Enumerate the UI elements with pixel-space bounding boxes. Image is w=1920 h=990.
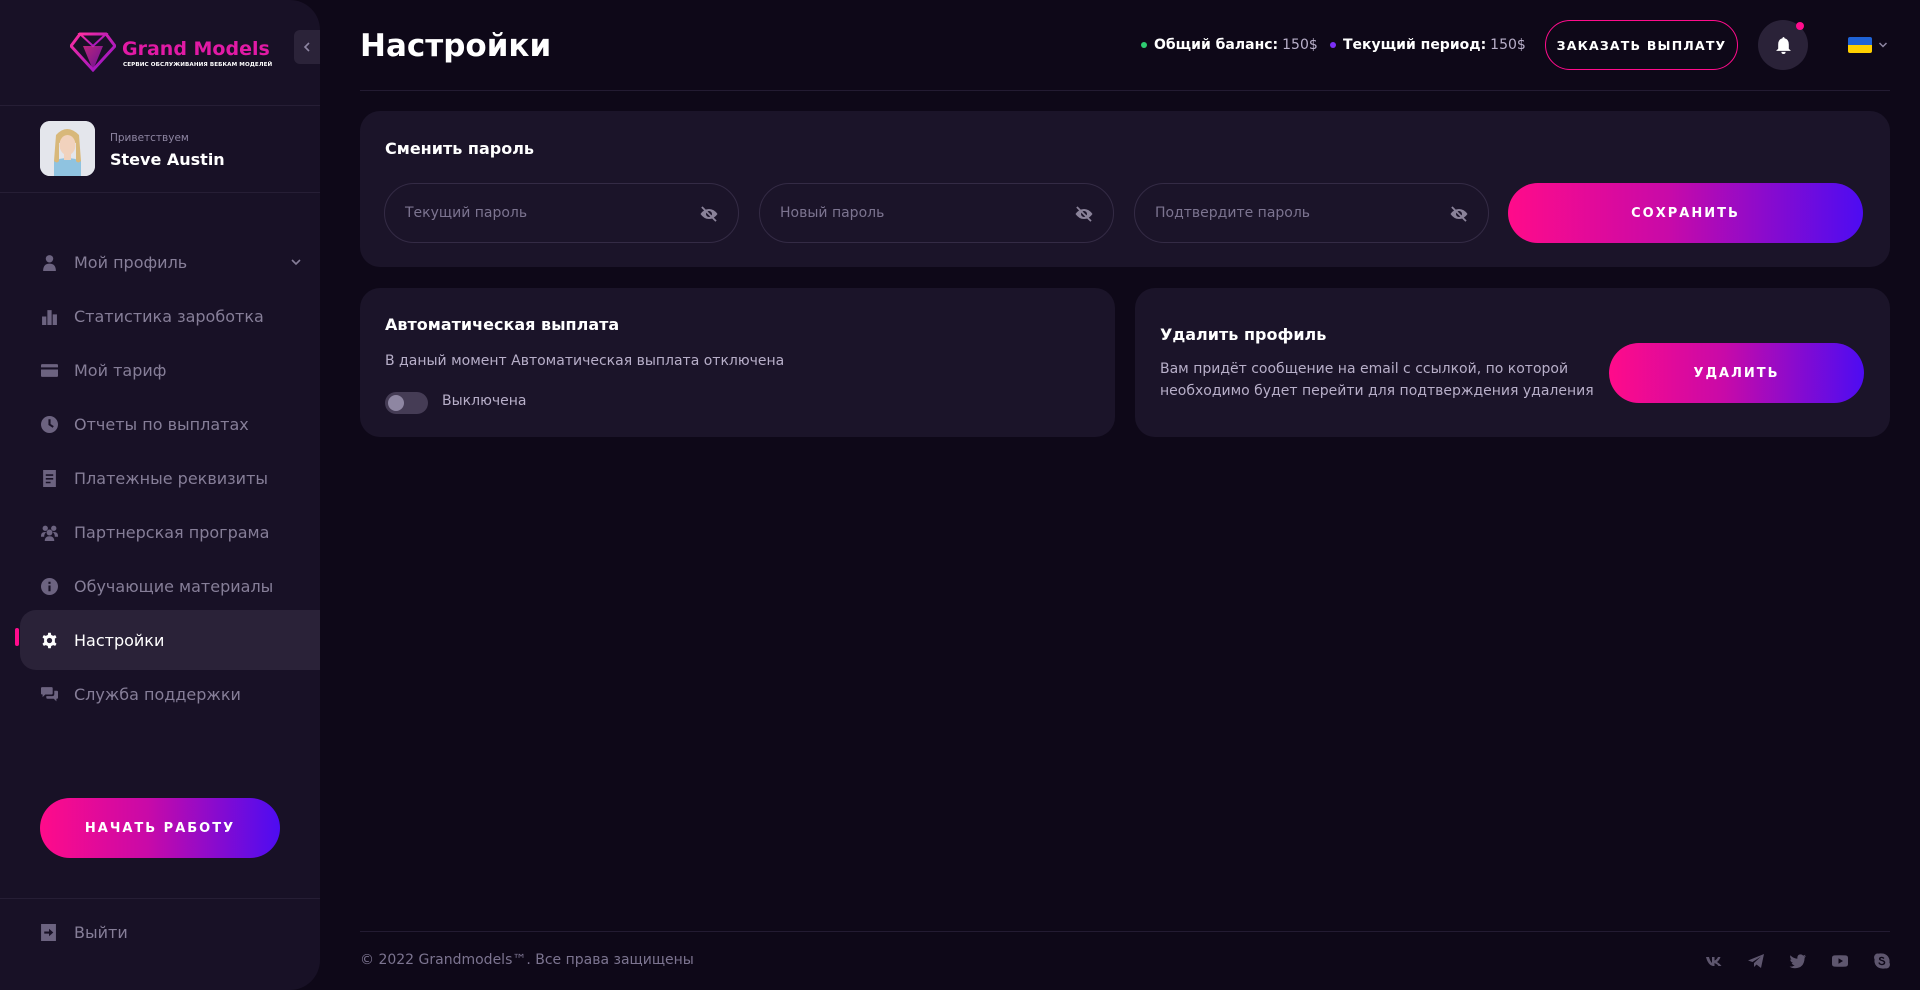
vk-icon[interactable] — [1703, 950, 1725, 972]
auto-payout-description: В даный момент Автоматическая выплата от… — [385, 353, 785, 369]
eye-slash-icon[interactable] — [1450, 205, 1468, 223]
save-password-button[interactable]: СОХРАНИТЬ — [1508, 183, 1863, 243]
delete-profile-description: Вам придёт сообщение на email с ссылкой,… — [1160, 358, 1594, 402]
logo-area: Grand Models СЕРВИС ОБСЛУЖИВАНИЯ ВЕБКАМ … — [0, 0, 320, 106]
delete-profile-title: Удалить профиль — [1160, 325, 1327, 344]
sidebar: Grand Models СЕРВИС ОБСЛУЖИВАНИЯ ВЕБКАМ … — [0, 0, 320, 990]
skype-icon[interactable] — [1871, 950, 1893, 972]
avatar-image — [40, 121, 95, 176]
header-divider — [360, 90, 1890, 91]
sidebar-item-label: Платежные реквизиты — [74, 468, 269, 488]
copyright: © 2022 Grandmodels™. Все права защищены — [360, 952, 694, 968]
telegram-icon[interactable] — [1745, 950, 1767, 972]
brand-tagline: СЕРВИС ОБСЛУЖИВАНИЯ ВЕБКАМ МОДЕЛЕЙ — [123, 62, 273, 68]
auto-payout-toggle-label: Выключена — [442, 393, 527, 409]
sidebar-item-label: Партнерская програма — [74, 522, 270, 542]
footer-divider — [360, 931, 1890, 932]
current-password-field[interactable]: Текущий пароль — [384, 183, 739, 243]
logout-area: Выйти — [0, 898, 320, 990]
change-password-card: Сменить пароль Текущий пароль Новый паро… — [360, 111, 1890, 267]
period-dot — [1330, 42, 1336, 48]
confirm-password-placeholder: Подтвердите пароль — [1155, 205, 1311, 221]
sidebar-item-payout-reports[interactable]: Отчеты по выплатах — [20, 394, 320, 454]
sidebar-item-payment-details[interactable]: Платежные реквизиты — [20, 448, 320, 508]
period-value: 150$ — [1490, 37, 1526, 53]
sidebar-item-partner-program[interactable]: Партнерская програма — [20, 502, 320, 562]
notification-badge — [1796, 22, 1804, 30]
confirm-password-field[interactable]: Подтвердите пароль — [1134, 183, 1489, 243]
delete-profile-description-line1: Вам придёт сообщение на email с ссылкой,… — [1160, 361, 1569, 377]
logout-label: Выйти — [74, 923, 128, 942]
logout-button[interactable]: Выйти — [40, 923, 128, 942]
sidebar-item-profile[interactable]: Мой профиль — [20, 232, 320, 292]
user-icon — [40, 253, 58, 271]
sidebar-item-label: Служба поддержки — [74, 684, 241, 704]
sidebar-item-label: Отчеты по выплатах — [74, 414, 249, 434]
logo[interactable]: Grand Models СЕРВИС ОБСЛУЖИВАНИЯ ВЕБКАМ … — [70, 32, 272, 72]
bar-chart-icon — [40, 307, 58, 325]
logout-icon — [41, 924, 56, 941]
sidebar-item-label: Настройки — [74, 630, 165, 650]
sidebar-item-label: Статистика зароботка — [74, 306, 264, 326]
change-password-title: Сменить пароль — [385, 139, 535, 158]
active-item-marker — [15, 628, 19, 646]
chevron-down-icon[interactable] — [290, 256, 302, 268]
collapse-sidebar-button[interactable] — [294, 30, 320, 64]
eye-slash-icon[interactable] — [1075, 205, 1093, 223]
sidebar-item-label: Обучающие материалы — [74, 576, 274, 596]
youtube-icon[interactable] — [1829, 950, 1851, 972]
balance-label: Общий баланс: — [1154, 37, 1279, 53]
clock-icon — [40, 415, 58, 433]
chevron-down-icon — [1878, 42, 1888, 48]
brand-name: Grand Models — [122, 38, 270, 60]
sidebar-item-learning[interactable]: Обучающие материалы — [20, 556, 320, 616]
auto-payout-card: Автоматическая выплата В даный момент Ав… — [360, 288, 1115, 437]
greeting-label: Приветствуем — [110, 132, 189, 144]
period-label: Текущий период: — [1343, 37, 1487, 53]
auto-payout-toggle[interactable] — [385, 392, 428, 414]
new-password-field[interactable]: Новый пароль — [759, 183, 1114, 243]
sidebar-item-earnings-stats[interactable]: Статистика зароботка — [20, 286, 320, 346]
sidebar-item-tariff[interactable]: Мой тариф — [20, 340, 320, 400]
bell-icon — [1775, 36, 1791, 54]
diamond-logo-icon — [70, 32, 116, 72]
auto-payout-title: Автоматическая выплата — [385, 315, 620, 334]
order-payout-button[interactable]: ЗАКАЗАТЬ ВЫПЛАТУ — [1545, 20, 1738, 70]
balance-dot — [1141, 42, 1147, 48]
balance-value: 150$ — [1282, 37, 1318, 53]
credit-card-icon — [40, 361, 58, 379]
sidebar-item-label: Мой тариф — [74, 360, 167, 380]
avatar[interactable] — [40, 121, 95, 176]
twitter-icon[interactable] — [1787, 950, 1809, 972]
delete-profile-card: Удалить профиль Вам придёт сообщение на … — [1135, 288, 1890, 437]
chat-icon — [40, 685, 58, 703]
current-period: Текущий период: 150$ — [1330, 37, 1526, 53]
users-icon — [40, 523, 58, 541]
document-icon — [40, 469, 58, 487]
start-work-button[interactable]: НАЧАТЬ РАБОТУ — [40, 798, 280, 858]
social-links — [1703, 950, 1893, 972]
gear-icon — [40, 631, 58, 649]
sidebar-item-settings[interactable]: Настройки — [20, 610, 320, 670]
sidebar-item-label: Мой профиль — [74, 252, 188, 272]
ukraine-flag-icon — [1848, 37, 1872, 53]
delete-profile-description-line2: необходимо будет перейти для подтвержден… — [1160, 383, 1594, 399]
user-panel: Приветствуем Steve Austin — [0, 106, 320, 193]
user-name: Steve Austin — [110, 150, 225, 169]
delete-profile-button[interactable]: УДАЛИТЬ — [1609, 343, 1864, 403]
sidebar-item-support[interactable]: Служба поддержки — [20, 664, 320, 724]
info-icon — [40, 577, 58, 595]
language-selector[interactable] — [1848, 37, 1888, 53]
chevron-left-icon — [303, 42, 310, 52]
new-password-placeholder: Новый пароль — [780, 205, 885, 221]
current-password-placeholder: Текущий пароль — [405, 205, 528, 221]
eye-slash-icon[interactable] — [700, 205, 718, 223]
toggle-knob — [388, 395, 404, 411]
page-title: Настройки — [360, 28, 552, 64]
total-balance: Общий баланс: 150$ — [1141, 37, 1318, 53]
